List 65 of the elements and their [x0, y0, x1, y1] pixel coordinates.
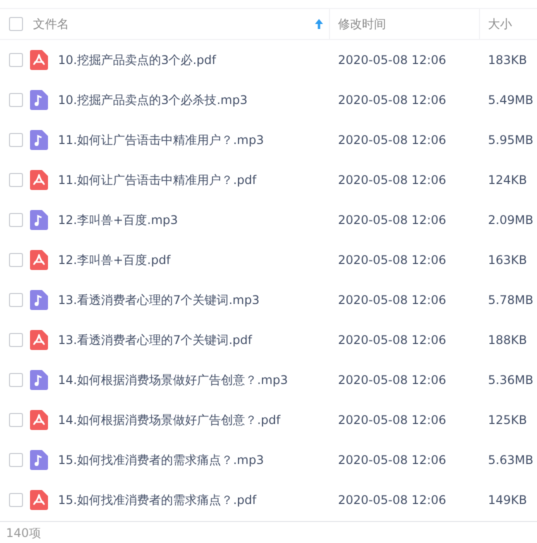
file-name[interactable]: 12.李叫兽+百度.mp3: [58, 212, 178, 228]
item-count: 140项: [6, 524, 41, 542]
checkbox[interactable]: [8, 493, 22, 507]
modified-time: 2020-05-08 12:06: [337, 213, 448, 227]
file-name[interactable]: 13.看透消费者心理的7个关键词.mp3: [58, 292, 260, 308]
file-name[interactable]: 13.看透消费者心理的7个关键词.pdf: [58, 332, 252, 348]
modified-time: 2020-05-08 12:06: [337, 413, 448, 427]
file-name[interactable]: 10.挖掘产品卖点的3个必杀技.mp3: [58, 92, 248, 108]
modified-time: 2020-05-08 12:06: [337, 493, 448, 507]
checkbox[interactable]: [8, 173, 22, 187]
modified-time: 2020-05-08 12:06: [337, 133, 448, 147]
file-row[interactable]: 13.看透消费者心理的7个关键词.mp3 2020-05-08 12:06 5.78MB: [0, 280, 537, 320]
file-row[interactable]: 12.李叫兽+百度.mp3 2020-05-08 12:06 2.09MB: [0, 200, 537, 240]
file-size: 124KB: [487, 173, 528, 187]
file-row[interactable]: 15.如何找准消费者的需求痛点？.pdf 2020-05-08 12:06 149KB: [0, 480, 537, 520]
file-size: 149KB: [487, 493, 528, 507]
file-name[interactable]: 15.如何找准消费者的需求痛点？.mp3: [58, 452, 264, 468]
file-row[interactable]: 10.挖掘产品卖点的3个必杀技.mp3 2020-05-08 12:06 5.49MB: [0, 80, 537, 120]
column-header[interactable]: 修改时间: [330, 9, 480, 39]
checkbox[interactable]: [8, 453, 22, 467]
checkbox[interactable]: [8, 93, 22, 107]
file-size: 5.78MB: [487, 293, 534, 307]
checkbox[interactable]: [8, 413, 22, 427]
file-row[interactable]: 15.如何找准消费者的需求痛点？.mp3 2020-05-08 12:06 5.63MB: [0, 440, 537, 480]
checkbox[interactable]: [8, 373, 22, 387]
select-all-checkbox[interactable]: [8, 17, 22, 31]
file-name[interactable]: 12.李叫兽+百度.pdf: [58, 252, 170, 268]
file-row[interactable]: 11.如何让广告语击中精准用户？.pdf 2020-05-08 12:06 124KB: [0, 160, 537, 200]
file-size: 163KB: [487, 253, 528, 267]
modified-time: 2020-05-08 12:06: [337, 253, 448, 267]
column-header[interactable]: 大小: [480, 9, 537, 39]
modified-time: 2020-05-08 12:06: [337, 293, 448, 307]
checkbox[interactable]: [8, 333, 22, 347]
modified-time: 2020-05-08 12:06: [337, 453, 448, 467]
file-size: 2.09MB: [487, 213, 534, 227]
checkbox[interactable]: [8, 133, 22, 147]
checkbox[interactable]: [8, 293, 22, 307]
file-row[interactable]: 13.看透消费者心理的7个关键词.pdf 2020-05-08 12:06 188KB: [0, 320, 537, 360]
file-size: 5.63MB: [487, 453, 534, 467]
file-name[interactable]: 15.如何找准消费者的需求痛点？.pdf: [58, 492, 256, 508]
file-row[interactable]: 10.挖掘产品卖点的3个必.pdf 2020-05-08 12:06 183KB: [0, 40, 537, 80]
file-size: 5.49MB: [487, 93, 534, 107]
file-name[interactable]: 10.挖掘产品卖点的3个必.pdf: [58, 52, 216, 68]
file-row[interactable]: 12.李叫兽+百度.pdf 2020-05-08 12:06 163KB: [0, 240, 537, 280]
file-row[interactable]: 11.如何让广告语击中精准用户？.mp3 2020-05-08 12:06 5.95MB: [0, 120, 537, 160]
file-name[interactable]: 11.如何让广告语击中精准用户？.mp3: [58, 132, 264, 148]
modified-time: 2020-05-08 12:06: [337, 53, 448, 67]
column-header[interactable]: 文件名: [29, 9, 330, 39]
file-name[interactable]: 14.如何根据消费场景做好广告创意？.pdf: [58, 412, 280, 428]
file-size: 5.95MB: [487, 133, 534, 147]
modified-time: 2020-05-08 12:06: [337, 93, 448, 107]
modified-time: 2020-05-08 12:06: [337, 333, 448, 347]
modified-time: 2020-05-08 12:06: [337, 373, 448, 387]
modified-time: 2020-05-08 12:06: [337, 173, 448, 187]
file-size: 125KB: [487, 413, 528, 427]
checkbox[interactable]: [8, 253, 22, 267]
file-name[interactable]: 14.如何根据消费场景做好广告创意？.mp3: [58, 372, 288, 388]
checkbox[interactable]: [8, 213, 22, 227]
file-size: 188KB: [487, 333, 528, 347]
file-size: 183KB: [487, 53, 528, 67]
file-row[interactable]: 14.如何根据消费场景做好广告创意？.mp3 2020-05-08 12:06 5.36MB: [0, 360, 537, 400]
file-name[interactable]: 11.如何让广告语击中精准用户？.pdf: [58, 172, 256, 188]
file-size: 5.36MB: [487, 373, 534, 387]
file-row[interactable]: 14.如何根据消费场景做好广告创意？.pdf 2020-05-08 12:06 125KB: [0, 400, 537, 440]
checkbox[interactable]: [8, 53, 22, 67]
